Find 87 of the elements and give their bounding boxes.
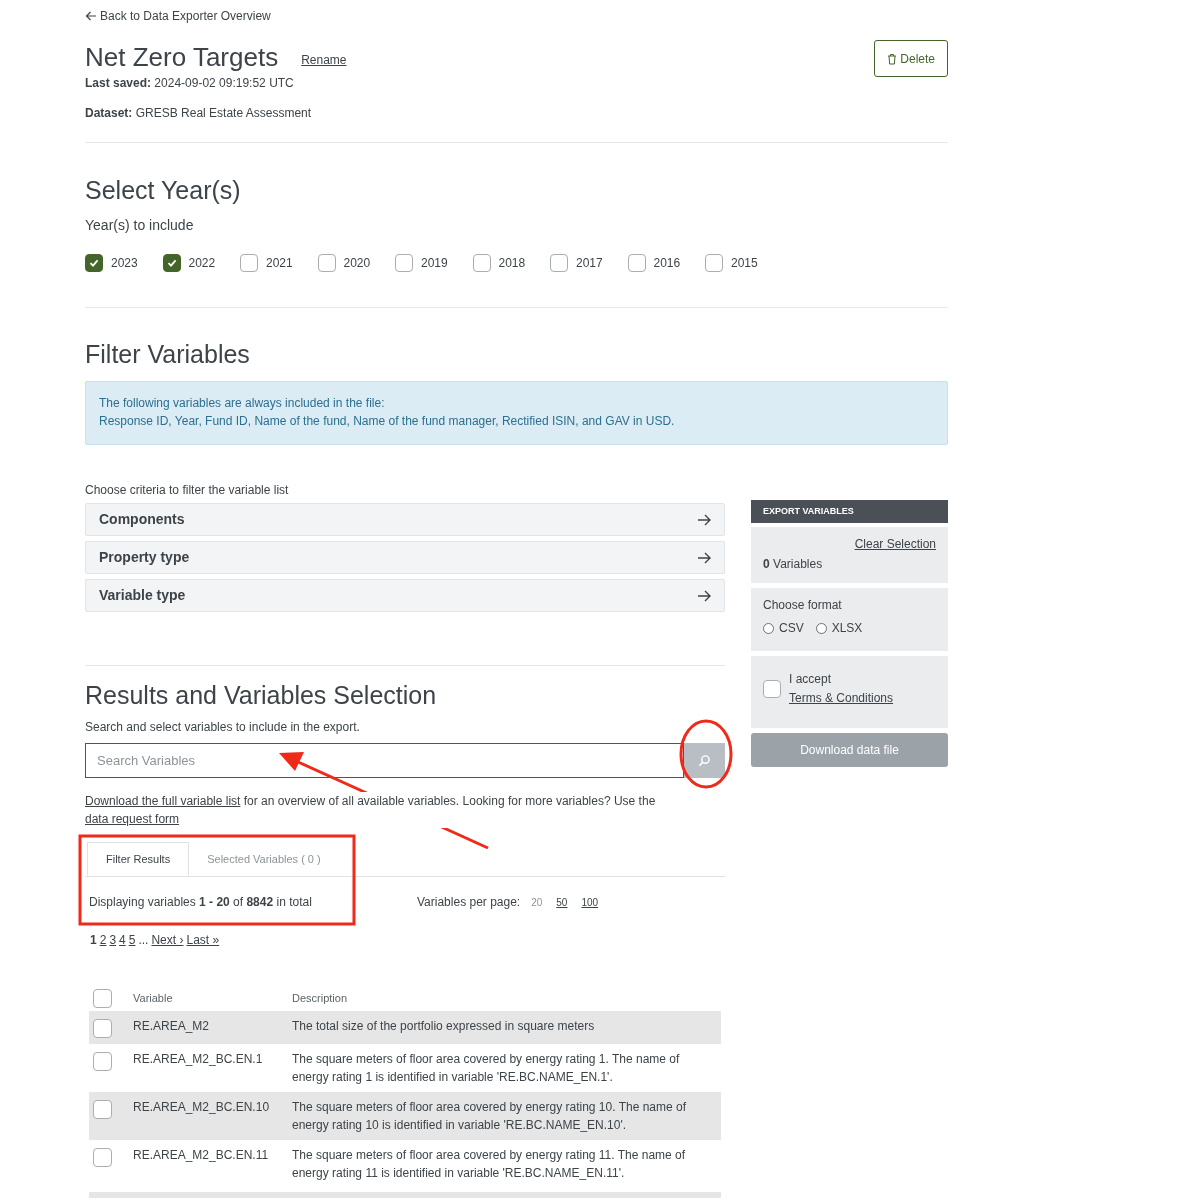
table-cell-text: The total size of the portfolio expressed in square meters [292,1018,596,1035]
page-link[interactable]: 2 [99,931,107,949]
radio-button[interactable] [763,622,774,634]
arrow-right-icon [697,550,711,565]
section-heading: Results and Variables Selection [85,680,438,710]
column-header: Description [292,990,348,1006]
tab[interactable]: Filter Results [87,842,190,876]
radio-button[interactable] [815,622,827,634]
checkbox[interactable] [472,254,491,272]
page-link[interactable]: 5 [128,931,136,949]
table-cell-text: The square meters of floor area covered by energy rating 11. The name of energy rating 11 is identified in variable 'RE.BC.NAME_EN.11'. [292,1147,687,1182]
last-link[interactable]: Last » [186,931,220,949]
annotation-circle [679,719,733,789]
filter-accordion[interactable]: Components [85,503,725,536]
search-button[interactable] [684,743,725,778]
per-page-link[interactable]: 50 [556,894,568,910]
clear-selection-link[interactable]: Clear Selection [854,535,936,553]
per-page-link[interactable]: 100 [581,894,599,910]
year-label: 2019 [421,255,448,272]
back-link[interactable]: Back to Data Exporter Overview [85,7,271,25]
next-link[interactable]: Next › [151,931,184,949]
column-header: Variable [133,990,174,1006]
checkmark-icon [88,257,100,269]
checkbox[interactable] [240,254,258,272]
search-field[interactable]: Search Variables [85,743,684,778]
years-label: Year(s) to include [85,216,195,235]
terms-text: I accept Terms & Conditions [789,671,895,707]
table-cell-text: RE.AREA_M2_BC.EN.10 [133,1099,271,1116]
terms-link[interactable]: Terms & Conditions [789,691,894,705]
info-text: The following variables are always included in the file: [99,395,386,412]
page-link[interactable]: 3 [109,931,117,949]
back-arrow-icon [85,10,97,22]
per-page-label: Variables per page: [417,894,521,911]
table-cell-text: The square meters of floor area covered by energy rating 1. The name of energy rating 1 is identified in variable 'RE.BC.NAME_EN.1'. [292,1051,681,1086]
page-title: Net Zero Targets [85,42,279,72]
checkbox[interactable] [93,1148,112,1167]
checkbox[interactable] [85,254,103,272]
year-label: 2023 [111,255,138,272]
search-icon [698,754,711,767]
year-label: 2015 [731,255,758,272]
format-option-label: XLSX [831,620,863,637]
table-cell-text: The square meters of floor area covered by energy rating 10. The name of energy rating 10 is identified in variable 'RE.BC.NAME_EN.10'. [292,1099,687,1134]
arrow-right-icon [697,588,711,603]
table-cell-text: RE.AREA_M2_BC.EN.11 [133,1147,270,1164]
year-label: 2016 [653,255,681,272]
rename-link[interactable]: Rename [301,51,347,69]
checkbox[interactable] [162,254,181,272]
results-subtitle: Search and select variables to include in the export. [85,719,361,736]
checkbox[interactable] [93,1052,112,1071]
table-cell-text: RE.AREA_M2 [133,1018,211,1035]
year-label: 2022 [188,255,216,272]
checkmark-icon [165,257,178,269]
format-option-label: CSV [779,620,804,637]
last-saved-text: Last saved: 2024-09-02 09:19:52 UTC [85,75,295,92]
filter-accordion[interactable]: Property type [85,541,725,574]
checkbox[interactable] [93,1019,112,1038]
checkbox[interactable] [395,254,413,272]
filter-accordion[interactable]: Variable type [85,579,725,612]
criteria-label: Choose criteria to filter the variable list [85,482,290,499]
checkbox[interactable] [93,1100,112,1119]
trash-icon [887,52,898,65]
displaying-text: Displaying variables 1 - 20 of 8842 in total [89,894,313,911]
arrow-right-icon [697,512,711,527]
checkbox[interactable] [763,680,781,698]
year-label: 2021 [266,255,293,272]
checkbox[interactable] [317,254,336,272]
page-link[interactable]: 1 [90,931,97,949]
variables-count: 0 Variables [763,556,824,573]
page-link[interactable]: 4 [119,931,126,949]
checkbox[interactable] [705,254,723,272]
export-header: EXPORT VARIABLES [751,500,948,523]
dataset-text: Dataset: GRESB Real Estate Assessment [85,105,313,122]
year-label: 2020 [343,255,371,272]
section-heading: Select Year(s) [85,175,242,205]
format-label: Choose format [763,597,843,614]
info-text: Response ID, Year, Fund ID, Name of the fund, Name of the fund manager, Rectified ISIN, and GAV in USD. [99,413,676,430]
delete-button[interactable]: Delete [874,40,948,77]
year-label: 2018 [498,255,526,272]
section-heading: Filter Variables [85,339,251,369]
link[interactable]: Download the full variable list [85,794,241,808]
checkbox[interactable] [550,254,568,272]
link[interactable]: data request form [85,812,180,826]
year-label: 2017 [576,255,603,272]
table-cell-text: RE.AREA_M2_BC.EN.1 [133,1051,264,1068]
checkbox[interactable] [93,988,112,1008]
ellipsis-text: ... [138,932,149,949]
checkbox[interactable] [627,254,646,272]
